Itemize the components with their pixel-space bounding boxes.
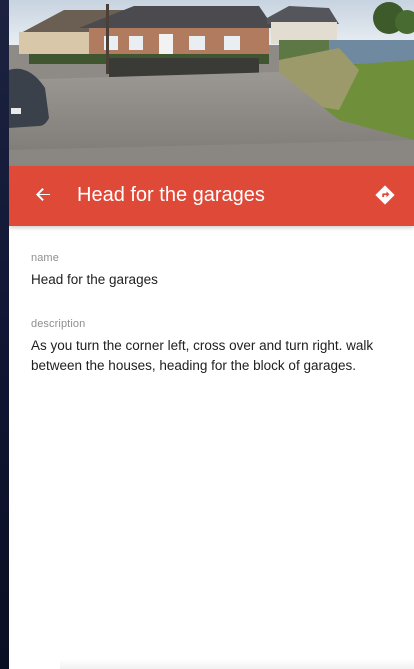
waypoint-details: name Head for the garages description As…	[9, 226, 414, 669]
bottom-shadow	[60, 659, 414, 669]
back-button[interactable]	[29, 181, 57, 209]
description-value: As you turn the corner left, cross over …	[31, 338, 374, 373]
app-bar: Head for the garages	[9, 166, 414, 226]
directions-icon	[375, 185, 395, 205]
description-field: description As you turn the corner left,…	[31, 318, 391, 376]
page-title: Head for the garages	[77, 184, 265, 206]
waypoint-detail-screen: Head for the garages name Head for the g…	[0, 0, 414, 669]
description-label: description	[31, 318, 86, 330]
directions-button[interactable]	[372, 182, 398, 208]
name-label: name	[31, 252, 59, 264]
waypoint-photo	[9, 0, 414, 166]
arrow-back-icon	[36, 188, 50, 201]
name-value: Head for the garages	[31, 272, 158, 287]
name-field: name Head for the garages	[31, 252, 391, 290]
left-edge-strip	[0, 0, 9, 669]
